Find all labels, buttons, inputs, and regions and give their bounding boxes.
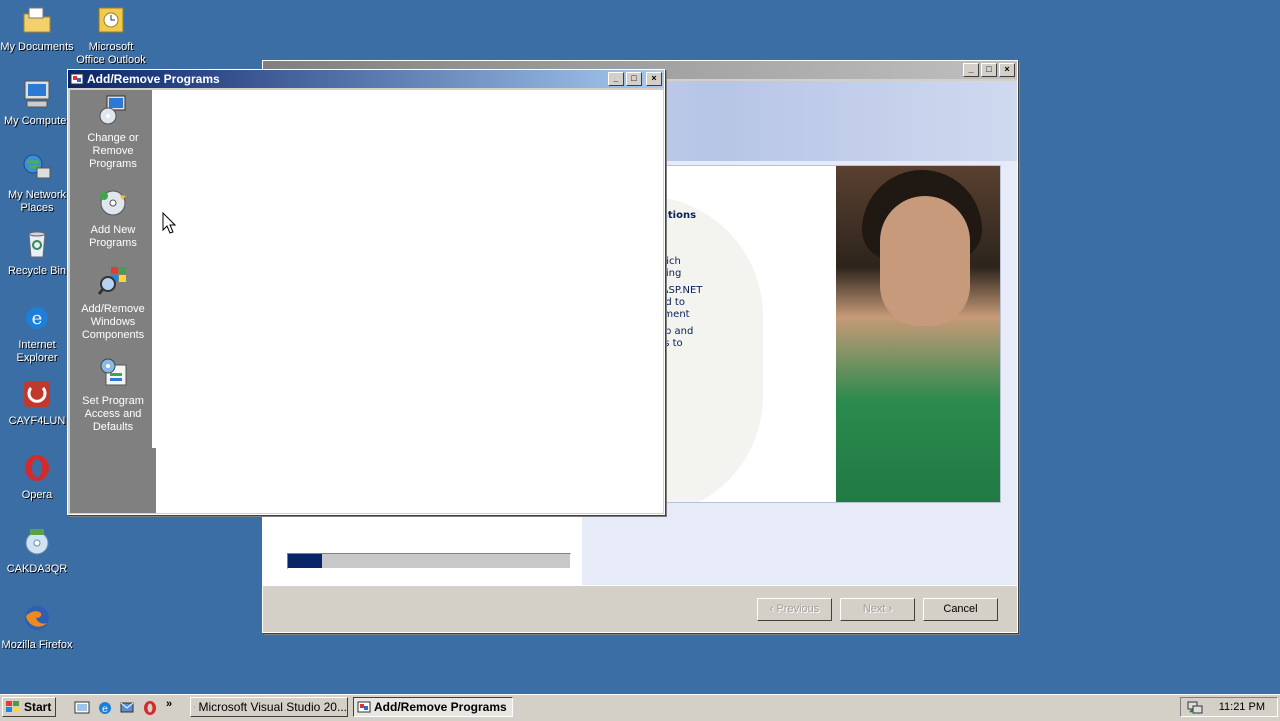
mouse-cursor-icon — [162, 212, 176, 234]
desktop-icon-label: My Documents — [0, 41, 74, 53]
outlook-express-icon[interactable] — [119, 700, 135, 716]
setup-app-icon — [194, 706, 196, 708]
opera-icon[interactable] — [142, 700, 158, 716]
close-button[interactable]: × — [999, 63, 1015, 77]
desktop-icon-opera[interactable]: Opera — [0, 452, 74, 502]
install-progress-bar — [287, 553, 571, 569]
arp-sidebar-bottom — [152, 448, 156, 513]
task-label: Microsoft Visual Studio 20... — [198, 700, 347, 714]
close-button[interactable]: × — [646, 72, 662, 86]
recycle-bin-icon — [28, 231, 46, 258]
sidebar-item-add-new[interactable]: Add New Programs — [70, 186, 156, 250]
previous-button[interactable]: ‹ Previous — [757, 598, 832, 621]
svg-text:e: e — [102, 704, 108, 715]
desktop-icon-label: Recycle Bin — [7, 265, 67, 277]
setup-title-buttons: _ □ × — [963, 63, 1015, 77]
window-title: Add/Remove Programs — [87, 72, 220, 86]
arp-titlebar[interactable]: Add/Remove Programs _ □ × — [68, 70, 664, 88]
svg-text:e: e — [32, 308, 43, 329]
banner-photo-face — [880, 196, 970, 326]
desktop-icon-label: Microsoft Office Outlook — [76, 41, 146, 66]
my-documents-icon — [23, 7, 51, 33]
desktop-icon-label: My Network Places — [7, 189, 67, 214]
desktop-icon-label: CAYF4LUN — [8, 415, 66, 427]
desktop-icon-network-places[interactable]: My Network Places — [0, 152, 74, 215]
windows-logo-icon — [6, 701, 19, 712]
add-remove-programs-icon — [357, 701, 371, 713]
desktop-icon-label: Internet Explorer — [16, 339, 58, 364]
start-button[interactable]: Start — [2, 697, 56, 717]
desktop-icon-cakda3qr[interactable]: CAKDA3QR — [0, 526, 74, 576]
internet-explorer-icon[interactable]: e — [97, 700, 113, 716]
program-defaults-icon — [100, 358, 127, 386]
task-visual-studio[interactable]: Microsoft Visual Studio 20... — [190, 697, 348, 717]
firefox-icon — [25, 606, 49, 630]
arp-sidebar: Change or Remove Programs Add New Progra… — [70, 90, 156, 513]
next-button[interactable]: Next › — [840, 598, 915, 621]
desktop-icon-my-computer[interactable]: My Computer — [0, 78, 74, 128]
desktop-icon-outlook[interactable]: Microsoft Office Outlook — [74, 4, 148, 67]
quick-launch-overflow-icon[interactable]: » — [166, 698, 172, 710]
sidebar-item-label: Set Program Access and Defaults — [82, 395, 144, 433]
windows-components-icon — [97, 267, 126, 295]
cancel-button[interactable]: Cancel — [923, 598, 998, 621]
maximize-button[interactable]: □ — [626, 72, 642, 86]
maximize-button[interactable]: □ — [981, 63, 997, 77]
my-computer-icon — [24, 80, 50, 108]
show-desktop-icon[interactable] — [74, 700, 90, 716]
sidebar-item-change-remove[interactable]: Change or Remove Programs — [70, 94, 156, 171]
minimize-button[interactable]: _ — [608, 72, 624, 86]
desktop-icon-recycle-bin[interactable]: Recycle Bin — [0, 228, 74, 278]
desktop-icon-label: Mozilla Firefox — [1, 639, 73, 651]
clock[interactable]: 11:21 PM — [1219, 701, 1265, 713]
desktop-icon-firefox[interactable]: Mozilla Firefox — [0, 602, 74, 652]
sidebar-item-label: Add New Programs — [89, 224, 137, 249]
change-remove-programs-icon — [99, 95, 126, 125]
sidebar-item-windows-components[interactable]: Add/Remove Windows Components — [70, 265, 156, 342]
task-add-remove-programs[interactable]: Add/Remove Programs — [353, 697, 513, 717]
desktop-icon-label: My Computer — [3, 115, 71, 127]
disc-icon — [25, 529, 49, 555]
network-tray-icon[interactable] — [1187, 699, 1203, 715]
taskbar: Start e » Microsoft Visual Studio 20... … — [0, 694, 1280, 721]
setup-button-bar: ‹ Previous Next › Cancel — [263, 585, 1017, 632]
arp-title-buttons: _ □ × — [608, 72, 662, 86]
arp-content-area — [152, 90, 663, 513]
desktop-icon-label: CAKDA3QR — [6, 563, 68, 575]
add-remove-programs-window[interactable]: Add/Remove Programs _ □ × Change or Remo… — [67, 69, 665, 515]
add-remove-programs-icon — [70, 73, 84, 85]
app-icon — [24, 381, 50, 407]
outlook-icon — [98, 7, 124, 33]
opera-icon — [25, 455, 49, 481]
network-places-icon — [23, 154, 51, 179]
desktop-icon-internet-explorer[interactable]: e Internet Explorer — [0, 302, 74, 365]
sidebar-item-program-defaults[interactable]: Set Program Access and Defaults — [70, 357, 156, 434]
start-label: Start — [24, 700, 52, 714]
internet-explorer-icon: e — [26, 307, 48, 329]
minimize-button[interactable]: _ — [963, 63, 979, 77]
progress-fill — [288, 554, 322, 568]
sidebar-item-label: Change or Remove Programs — [87, 132, 139, 170]
desktop-icon-label: Opera — [21, 489, 53, 501]
sidebar-item-label: Add/Remove Windows Components — [81, 303, 145, 341]
add-new-programs-icon — [100, 189, 126, 216]
desktop-icon-my-documents[interactable]: My Documents — [0, 4, 74, 54]
system-tray: 11:21 PM — [1180, 697, 1278, 717]
desktop-icon-cayf4lun[interactable]: CAYF4LUN — [0, 378, 74, 428]
task-label: Add/Remove Programs — [374, 700, 507, 714]
